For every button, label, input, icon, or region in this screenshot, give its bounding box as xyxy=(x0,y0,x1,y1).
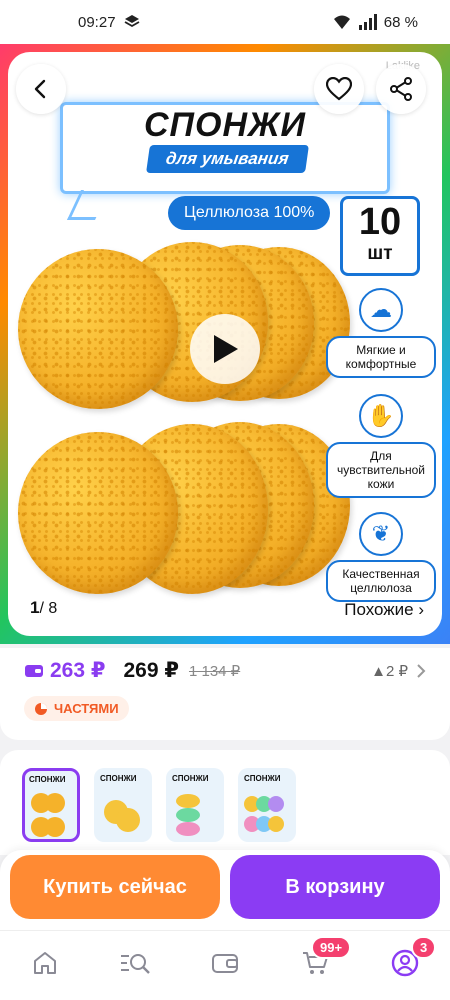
nav-wallet[interactable] xyxy=(195,938,255,988)
hand-icon: ✋ xyxy=(359,394,403,438)
wallet-price[interactable]: 263 ₽ xyxy=(24,658,105,683)
wifi-icon xyxy=(333,15,350,29)
variant-title: СПОНЖИ xyxy=(100,774,137,783)
play-icon xyxy=(214,335,238,363)
similar-products-link[interactable]: Похожие › xyxy=(344,600,424,620)
current-price: 269 ₽ xyxy=(123,659,179,682)
status-time: 09:27 xyxy=(78,13,116,31)
play-video-button[interactable] xyxy=(190,314,260,384)
cloud-hands-icon: ☁ xyxy=(359,288,403,332)
catalog-search-icon xyxy=(121,953,150,974)
feature-label: Для чувствительной кожи xyxy=(326,442,436,498)
add-to-cart-button[interactable]: В корзину xyxy=(230,855,440,919)
favorite-button[interactable] xyxy=(314,64,364,114)
battery-percent: 68 % xyxy=(383,13,418,31)
layers-icon xyxy=(124,15,139,28)
product-subtitle-graphic: для умывания xyxy=(146,145,309,173)
installments-label: ЧАСТЯМИ xyxy=(54,701,119,716)
price-card: 263 ₽ 269 ₽ 1 134 ₽ ▲2 ₽ ЧАСТЯМИ xyxy=(0,648,450,740)
variant-title: СПОНЖИ xyxy=(29,775,66,784)
profile-badge: 3 xyxy=(411,935,437,959)
nav-profile[interactable]: 3 xyxy=(375,935,437,988)
title-frame-tail xyxy=(67,190,109,220)
variant-thumb[interactable]: СПОНЖИ xyxy=(166,768,224,842)
page-total: / 8 xyxy=(39,600,58,617)
variants-row: СПОНЖИ СПОНЖИ СПОНЖИ СПОНЖИ xyxy=(0,750,450,855)
chevron-right-icon xyxy=(417,663,426,678)
back-button[interactable] xyxy=(16,64,66,114)
count-number: 10 xyxy=(358,201,402,243)
variant-title: СПОНЖИ xyxy=(172,774,209,783)
gallery-page-counter: 1/ 8 xyxy=(30,598,57,618)
home-icon xyxy=(34,951,56,974)
material-badge: Целлюлоза 100% xyxy=(168,196,331,230)
arrow-left-icon xyxy=(34,79,46,99)
nav-catalog[interactable] xyxy=(105,938,165,988)
wallet-price-value: 263 ₽ xyxy=(50,659,106,682)
status-bar: 09:27 68 % xyxy=(0,0,450,44)
gallery-image[interactable]: СПОНЖИ для умывания Целлюлоза 100% 10 шт… xyxy=(8,52,442,636)
feature-sensitive: ✋ Для чувствительной кожи xyxy=(326,394,436,498)
share-button[interactable] xyxy=(376,64,426,114)
share-icon xyxy=(390,77,412,101)
installments-chip[interactable]: ЧАСТЯМИ xyxy=(24,696,129,721)
leaf-icon: ❦ xyxy=(359,512,403,556)
product-gallery[interactable]: СПОНЖИ для умывания Целлюлоза 100% 10 шт… xyxy=(0,44,450,644)
count-badge: 10 шт xyxy=(340,196,420,276)
old-price: 1 134 ₽ xyxy=(188,662,241,680)
cart-badge: 99+ xyxy=(311,935,352,959)
nav-cart[interactable]: 99+ xyxy=(285,935,352,988)
feature-soft: ☁ Мягкие и комфортные xyxy=(326,288,436,378)
count-unit: шт xyxy=(367,243,393,264)
bottom-nav: 99+ 3 xyxy=(0,930,450,1000)
wallet-icon xyxy=(212,953,238,973)
product-title-graphic: СПОНЖИ xyxy=(144,106,306,144)
variant-thumb[interactable]: СПОНЖИ xyxy=(94,768,152,842)
feature-quality: ❦ Качественная целлюлоза xyxy=(326,512,436,602)
variant-thumb[interactable]: СПОНЖИ xyxy=(238,768,296,842)
feature-label: Качественная целлюлоза xyxy=(326,560,436,602)
price-history-link[interactable]: ▲2 ₽ xyxy=(371,662,426,680)
nav-home[interactable] xyxy=(15,938,75,988)
price-change-value: ▲2 ₽ xyxy=(371,662,408,680)
pie-chart-icon xyxy=(35,702,47,715)
feature-label: Мягкие и комфортные xyxy=(326,336,436,378)
signal-icon xyxy=(358,14,377,30)
purchase-bar: Купить сейчас В корзину xyxy=(0,850,450,930)
variant-title: СПОНЖИ xyxy=(244,774,281,783)
heart-icon xyxy=(326,77,352,101)
buy-now-button[interactable]: Купить сейчас xyxy=(10,855,220,919)
variant-thumb[interactable]: СПОНЖИ xyxy=(22,768,80,842)
wallet-icon xyxy=(25,664,43,677)
